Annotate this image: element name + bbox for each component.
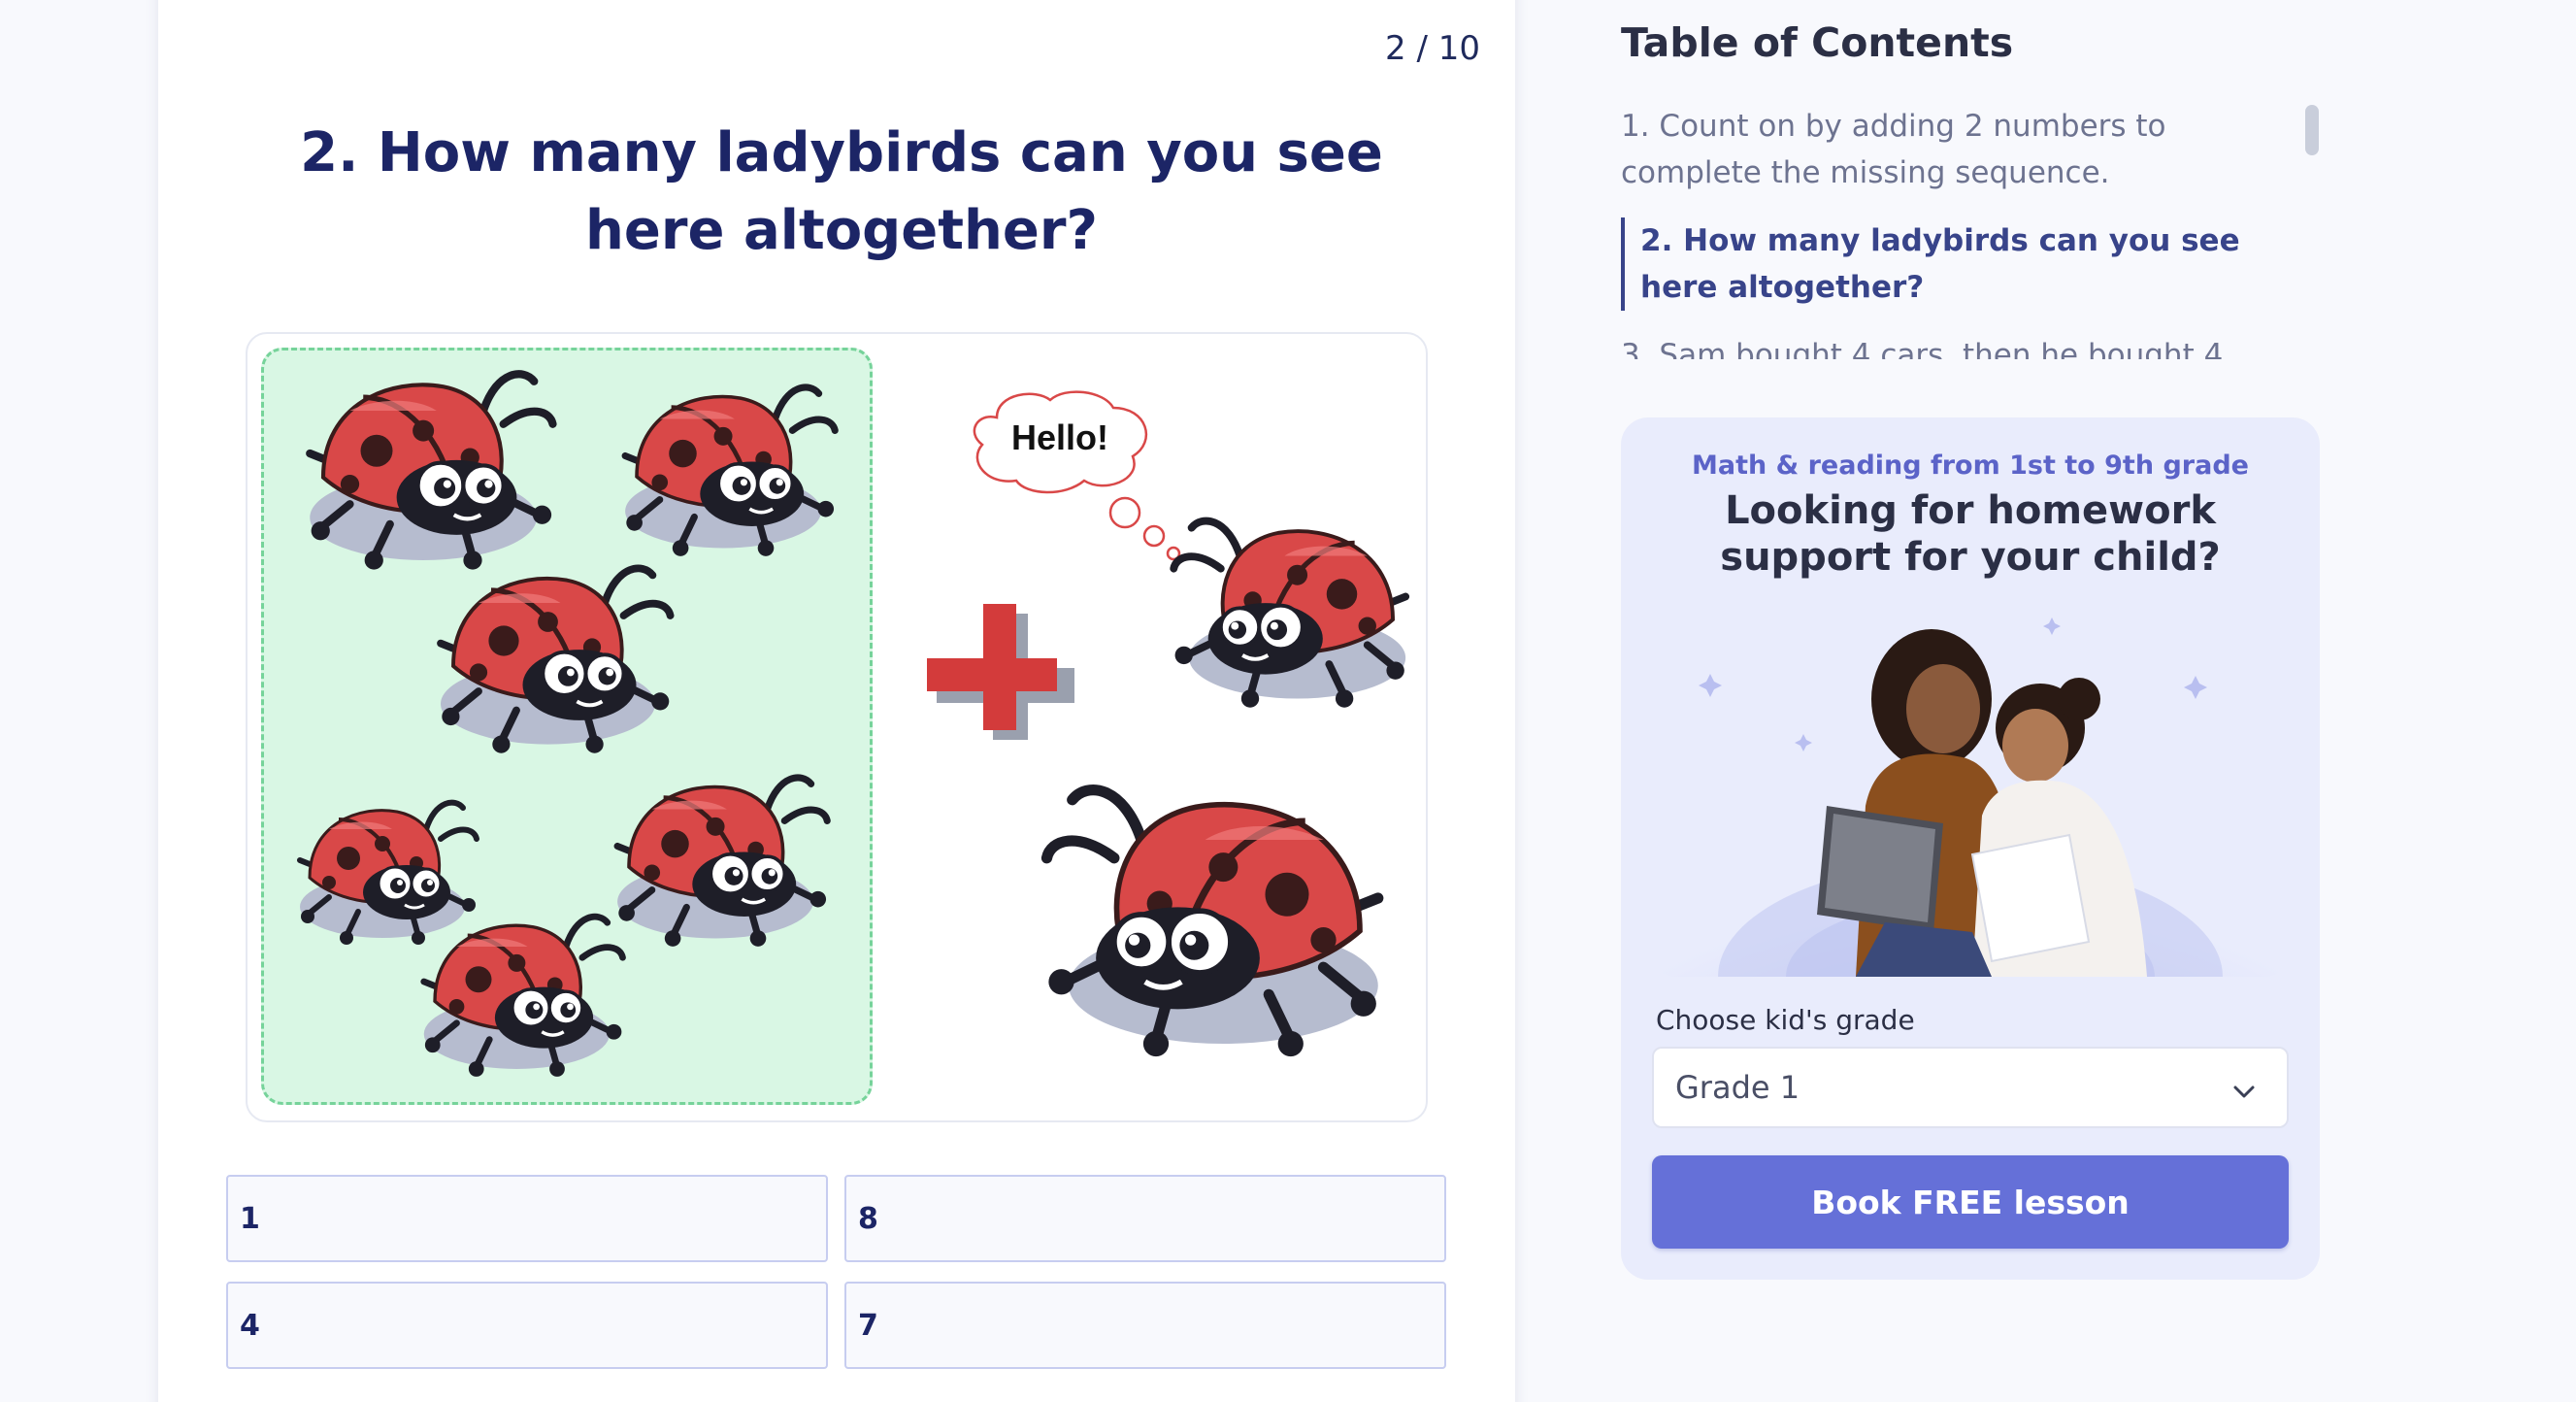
promo-kicker: Math & reading from 1st to 9th grade xyxy=(1692,451,2249,481)
ladybird-illustration xyxy=(411,903,634,1078)
plus-icon xyxy=(927,604,1082,759)
table-of-contents: Table of Contents 1. Count on by adding … xyxy=(1621,19,2320,359)
question-title: 2. How many ladybirds can you see here a… xyxy=(300,121,1383,262)
ladybird-illustration xyxy=(428,551,680,755)
ladybird-illustration xyxy=(294,357,566,571)
toc-item[interactable]: 3. Sam bought 4 cars, then he bought 4 m… xyxy=(1621,332,2281,359)
chevron-down-icon xyxy=(2230,1076,2258,1103)
toc-item[interactable]: 1. Count on by adding 2 numbers to compl… xyxy=(1621,103,2281,196)
toc-list: 1. Count on by adding 2 numbers to compl… xyxy=(1621,103,2281,359)
grade-label: Choose kid's grade xyxy=(1656,1004,1915,1036)
promo-heading: Looking for homework support for your ch… xyxy=(1720,488,2221,580)
answer-option[interactable]: 7 xyxy=(844,1282,1446,1369)
grade-select-value: Grade 1 xyxy=(1675,1069,1800,1106)
quiz-card: 2 / 10 2. How many ladybirds can you see… xyxy=(158,0,1515,1402)
answer-option[interactable]: 1 xyxy=(226,1175,828,1262)
ladybird-illustration xyxy=(605,763,838,948)
grade-select[interactable]: Grade 1 xyxy=(1652,1047,2289,1128)
promo-card: Math & reading from 1st to 9th grade Loo… xyxy=(1621,417,2320,1280)
toc-scrollbar[interactable] xyxy=(2305,105,2319,155)
ladybird-illustration xyxy=(1030,767,1399,1058)
toc-item-active[interactable]: 2. How many ladybirds can you see here a… xyxy=(1621,217,2281,311)
answer-option[interactable]: 4 xyxy=(226,1282,828,1369)
thought-bubble: Hello! xyxy=(968,388,1181,561)
question-illustration: Hello! xyxy=(246,332,1428,1122)
bubble-text: Hello! xyxy=(1010,417,1108,457)
ladybird-illustration xyxy=(612,373,845,557)
parent-child-photo xyxy=(1652,612,2289,977)
book-free-lesson-button[interactable]: Book FREE lesson xyxy=(1652,1155,2289,1249)
question-counter: 2 / 10 xyxy=(1385,29,1480,68)
answer-option[interactable]: 8 xyxy=(844,1175,1446,1262)
ladybird-illustration xyxy=(1160,505,1422,709)
toc-title: Table of Contents xyxy=(1621,19,2014,66)
